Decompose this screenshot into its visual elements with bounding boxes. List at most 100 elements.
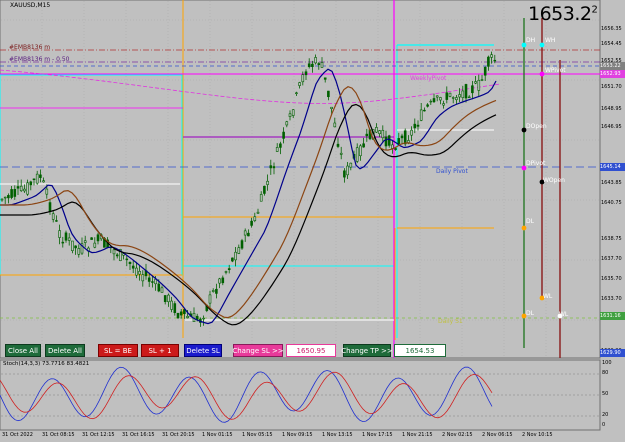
level-marker xyxy=(539,42,545,48)
candle-body xyxy=(384,136,388,147)
candle-body xyxy=(135,267,138,276)
candle-body xyxy=(301,74,305,83)
label-daily-s1: Daily S1 xyxy=(438,318,463,325)
candle-body xyxy=(67,237,71,241)
label-daily-pivot: Daily Pivot xyxy=(436,168,468,175)
candle-body xyxy=(295,92,298,94)
candle-body xyxy=(391,144,394,149)
candle-body xyxy=(487,56,490,67)
price-panel[interactable] xyxy=(0,0,601,359)
candle-body xyxy=(259,194,263,202)
candle-body xyxy=(272,166,276,169)
candle-body xyxy=(327,90,330,98)
candle-body xyxy=(237,247,241,254)
label-wopen: WOpen xyxy=(543,177,565,184)
candle-body xyxy=(448,92,452,97)
oscillator-label: Stoch(14,3,3) 73.7716 83.4821 xyxy=(3,361,90,367)
candle-body xyxy=(35,173,39,184)
candle-body xyxy=(154,279,157,285)
candle-body xyxy=(323,77,327,80)
close-all-button[interactable]: Close All xyxy=(5,344,41,357)
candle-body xyxy=(339,152,343,155)
candle-body xyxy=(240,240,244,249)
price-axis: 1656.35 1654.45 1652.55 1651.70 1648.95 1646.… xyxy=(600,0,625,358)
price-axis-label: 1648.95 xyxy=(601,106,622,112)
oscillator-axis-label: 100 xyxy=(602,360,612,366)
candle-body xyxy=(279,143,282,148)
time-axis-label: 31 Oct 16:15 xyxy=(122,432,155,438)
candle-body xyxy=(128,261,132,265)
chart-window: XAUUSD,M15 #EMB8136 m #EMB8136 m - 0.50 … xyxy=(0,0,625,442)
candle-body xyxy=(346,165,349,176)
candle-body xyxy=(378,130,381,134)
candle-body xyxy=(461,90,465,98)
sl-breakeven-button[interactable]: SL = BE xyxy=(98,344,138,357)
candle-body xyxy=(445,92,449,100)
candle-body xyxy=(115,254,119,257)
time-axis-label: 1 Nov 13:15 xyxy=(322,432,353,438)
candle-body xyxy=(23,188,26,192)
candle-body xyxy=(480,79,484,81)
label-dl-low: DL xyxy=(526,310,534,317)
candle-body xyxy=(141,274,145,282)
oscillator-axis-label: 0 xyxy=(602,422,606,428)
label-wl: WL xyxy=(543,293,553,300)
candle-body xyxy=(349,162,353,168)
label-dh: DH xyxy=(526,37,536,44)
candle-body xyxy=(269,165,273,169)
oscillator-axis-label: 80 xyxy=(602,370,609,376)
candle-body xyxy=(311,63,314,67)
indicator-label-2: #EMB8136 m - 0.50 xyxy=(9,56,70,63)
candle-body xyxy=(231,257,234,262)
candle-body xyxy=(227,268,231,271)
change-sl-button[interactable]: Change SL >> xyxy=(232,344,284,357)
candle-body xyxy=(218,278,221,284)
label-weekly-pivot: WeeklyPivot xyxy=(410,75,447,82)
price-tag: 1652.93 xyxy=(600,70,625,78)
price-tag: 1653.22 xyxy=(600,62,625,70)
time-axis-label: 31 Oct 08:15 xyxy=(42,432,75,438)
candle-body xyxy=(151,281,154,283)
candle-body xyxy=(19,185,23,192)
candle-body xyxy=(330,106,333,109)
delete-sl-button[interactable]: Delete SL xyxy=(184,344,222,357)
price-axis-label: 1637.70 xyxy=(601,256,622,262)
delete-all-button[interactable]: Delete All xyxy=(45,344,85,357)
candle-body xyxy=(55,220,58,222)
candle-body xyxy=(400,135,404,139)
candle-body xyxy=(451,97,455,99)
oscillator-axis-label: 20 xyxy=(602,412,609,418)
sl-value-field[interactable]: 1650.95 xyxy=(286,344,336,357)
candle-body xyxy=(343,170,346,178)
change-tp-button[interactable]: Change TP >> xyxy=(341,344,393,357)
label-wh: WH xyxy=(545,37,556,44)
tp-value-field[interactable]: 1654.53 xyxy=(394,344,446,357)
candle-body xyxy=(39,174,42,178)
candle-body xyxy=(7,195,10,199)
candle-body xyxy=(365,133,369,137)
candle-body xyxy=(176,312,180,319)
candle-body xyxy=(157,283,161,292)
candle-body xyxy=(275,147,279,152)
candle-body xyxy=(442,103,445,106)
candle-body xyxy=(48,202,52,212)
label-dpivot: DPivot xyxy=(526,160,546,167)
candle-body xyxy=(83,240,87,243)
candle-body xyxy=(96,234,100,242)
candle-body xyxy=(333,122,337,128)
indicator-label-1: #EMB8136 m xyxy=(9,44,51,51)
current-price-super: 2 xyxy=(591,4,598,16)
candle-body xyxy=(381,129,385,139)
candle-body xyxy=(64,232,68,241)
time-axis-label: 1 Nov 21:15 xyxy=(402,432,433,438)
time-axis-label: 2 Nov 06:15 xyxy=(482,432,513,438)
time-axis-label: 1 Nov 17:15 xyxy=(362,432,393,438)
candle-body xyxy=(416,124,420,127)
time-axis-label: 31 Oct 2022 xyxy=(2,432,33,438)
sl-plus-one-button[interactable]: SL + 1 xyxy=(141,344,179,357)
candle-body xyxy=(320,62,324,68)
candle-body xyxy=(263,185,266,194)
candle-body xyxy=(429,100,433,103)
price-axis-label: 1638.75 xyxy=(601,236,622,242)
candle-body xyxy=(423,109,426,112)
